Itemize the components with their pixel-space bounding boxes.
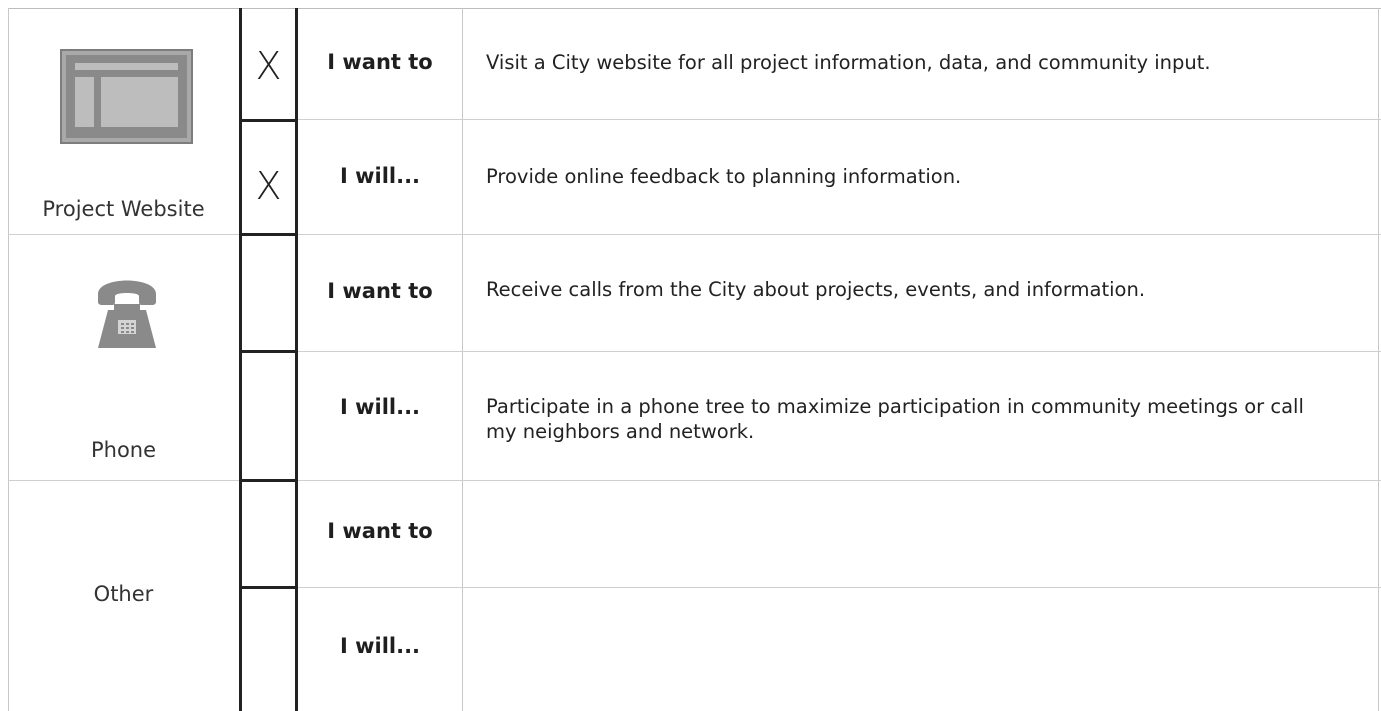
checkbox-website-want[interactable]: X <box>241 44 296 88</box>
channel-label-other: Other <box>93 582 154 606</box>
phrase-will: I will... <box>339 634 421 658</box>
telephone-icon <box>98 280 156 348</box>
description-text: Provide online feedback to planning info… <box>486 165 962 188</box>
checkbox-divider <box>239 586 298 589</box>
channel-label-website: Project Website <box>42 197 205 221</box>
checkbox-website-will[interactable]: X <box>241 164 296 208</box>
phrase-want-to: I want to <box>327 279 433 303</box>
channel-label-phone: Phone <box>90 438 157 462</box>
engagement-preference-form: X X Project Website I want to Visit a Ci… <box>0 0 1381 711</box>
phrase-will: I will... <box>339 164 421 188</box>
checkbox-divider <box>239 119 298 122</box>
section-divider <box>8 480 1381 481</box>
description-text: Visit a City website for all project inf… <box>486 51 1211 74</box>
row-divider <box>298 119 1381 120</box>
row-divider <box>298 587 1381 588</box>
checkbox-divider <box>239 350 298 353</box>
description-text: Participate in a phone tree to maximize … <box>486 395 1304 443</box>
checkbox-column <box>239 8 298 711</box>
phrase-want-to: I want to <box>327 50 433 74</box>
row-divider <box>298 351 1381 352</box>
section-divider <box>8 234 1381 235</box>
table-top-border <box>8 8 1381 9</box>
checkbox-divider <box>239 233 298 236</box>
checkbox-divider <box>239 479 298 482</box>
phrase-will: I will... <box>339 395 421 419</box>
website-icon <box>62 51 191 142</box>
column-divider <box>462 8 463 711</box>
table-right-border <box>1378 8 1379 711</box>
description-text: Receive calls from the City about projec… <box>486 278 1146 301</box>
phrase-want-to: I want to <box>327 519 433 543</box>
